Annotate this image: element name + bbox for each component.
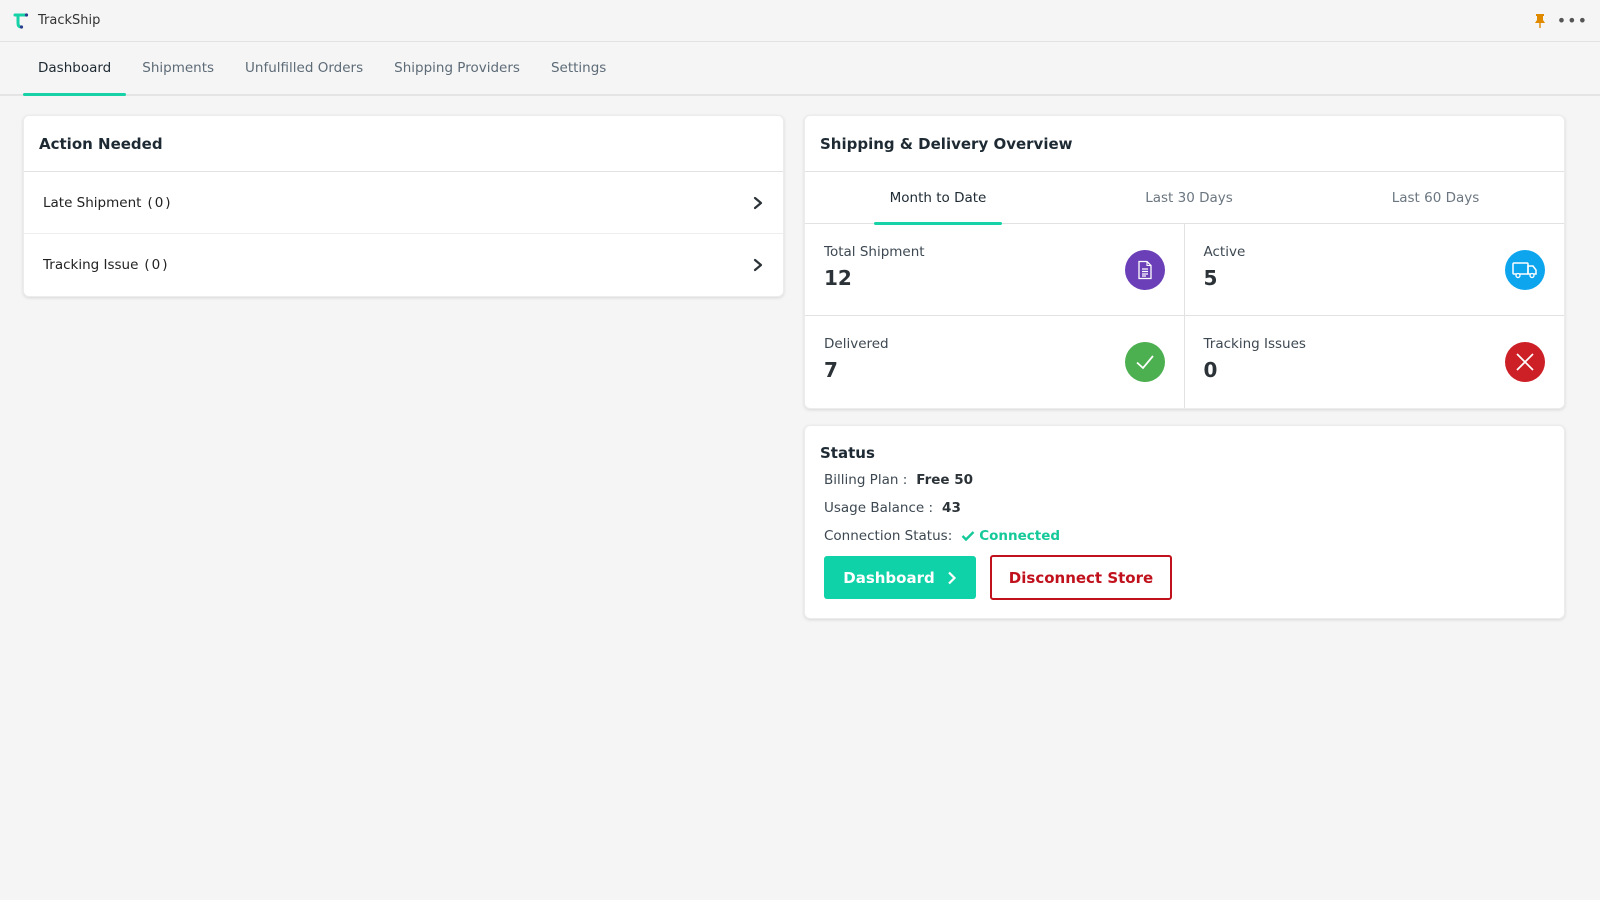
disconnect-store-button[interactable]: Disconnect Store	[990, 555, 1172, 600]
chevron-right-icon	[753, 196, 763, 209]
document-icon	[1124, 250, 1165, 290]
stat-value: 0	[1203, 358, 1218, 382]
stat-total-shipment: Total Shipment 12	[805, 224, 1185, 316]
stat-value: 5	[1203, 266, 1218, 290]
connection-status-label: Connection Status:	[824, 528, 953, 544]
period-tab-label: Last 30 Days	[1145, 189, 1233, 206]
tab-settings[interactable]: Settings	[536, 42, 621, 94]
connection-status-text: Connected	[979, 528, 1061, 544]
overview-title: Shipping & Delivery Overview	[805, 116, 1564, 172]
period-tab-label: Month to Date	[873, 172, 1003, 225]
status-card: Status Billing Plan : Free 50 Usage Bala…	[804, 425, 1565, 619]
tab-unfulfilled-orders[interactable]: Unfulfilled Orders	[230, 42, 378, 94]
period-tab-label: Last 60 Days	[1391, 189, 1480, 206]
tracking-issue-count: (0)	[144, 257, 170, 273]
main-nav: Dashboard Shipments Unfulfilled Orders S…	[0, 42, 1600, 96]
usage-balance-value: 43	[942, 500, 961, 516]
late-shipment-count: (0)	[147, 194, 173, 211]
tab-dashboard[interactable]: Dashboard	[23, 42, 127, 96]
stat-label: Delivered	[824, 336, 889, 352]
connection-status-line: Connection Status: Connected	[824, 528, 1545, 544]
status-title: Status	[820, 444, 875, 462]
truck-icon	[1505, 250, 1545, 290]
billing-plan-line: Billing Plan : Free 50	[824, 472, 1545, 488]
check-icon	[1124, 342, 1165, 382]
stat-label: Active	[1203, 244, 1246, 260]
checkmark-icon	[961, 531, 975, 542]
period-tab-last-30-days[interactable]: Last 30 Days	[1071, 172, 1307, 223]
late-shipment-label: Late Shipment	[43, 194, 142, 211]
period-tab-month-to-date[interactable]: Month to Date	[805, 172, 1071, 225]
stat-value: 7	[824, 358, 838, 382]
tracking-issue-row[interactable]: Tracking Issue (0)	[24, 234, 783, 296]
usage-balance-line: Usage Balance : 43	[824, 500, 1545, 516]
dashboard-button-label: Dashboard	[843, 568, 935, 587]
tab-shipments[interactable]: Shipments	[127, 42, 229, 94]
chevron-right-icon	[947, 571, 956, 584]
stats-grid: Total Shipment 12 Active 5 Delivered 7 T…	[805, 224, 1564, 408]
more-options-icon[interactable]: •••	[1557, 12, 1588, 29]
trackship-logo-icon	[13, 12, 29, 29]
stat-value: 12	[824, 266, 852, 290]
action-needed-title: Action Needed	[24, 116, 783, 172]
overview-card: Shipping & Delivery Overview Month to Da…	[804, 115, 1565, 409]
late-shipment-row[interactable]: Late Shipment (0)	[24, 172, 783, 234]
billing-plan-label: Billing Plan :	[824, 472, 908, 488]
stat-delivered: Delivered 7	[805, 316, 1185, 408]
app-title: TrackShip	[38, 13, 101, 28]
action-needed-card: Action Needed Late Shipment (0) Tracking…	[23, 115, 784, 297]
stat-label: Tracking Issues	[1203, 336, 1306, 352]
stat-label: Total Shipment	[824, 244, 925, 260]
connection-status-value: Connected	[961, 528, 1060, 544]
dashboard-button[interactable]: Dashboard	[824, 556, 976, 599]
billing-plan-value: Free 50	[916, 472, 974, 488]
usage-balance-label: Usage Balance :	[824, 500, 934, 516]
pin-icon[interactable]	[1533, 13, 1547, 29]
tracking-issue-label: Tracking Issue	[43, 257, 139, 273]
chevron-right-icon	[753, 258, 763, 272]
x-icon	[1505, 342, 1545, 382]
period-tabs: Month to Date Last 30 Days Last 60 Days	[805, 172, 1564, 225]
stat-tracking-issues: Tracking Issues 0	[1185, 316, 1565, 408]
tab-shipping-providers[interactable]: Shipping Providers	[379, 42, 535, 94]
top-bar: TrackShip •••	[0, 0, 1600, 42]
period-tab-last-60-days[interactable]: Last 60 Days	[1307, 172, 1564, 223]
stat-active: Active 5	[1184, 224, 1564, 316]
